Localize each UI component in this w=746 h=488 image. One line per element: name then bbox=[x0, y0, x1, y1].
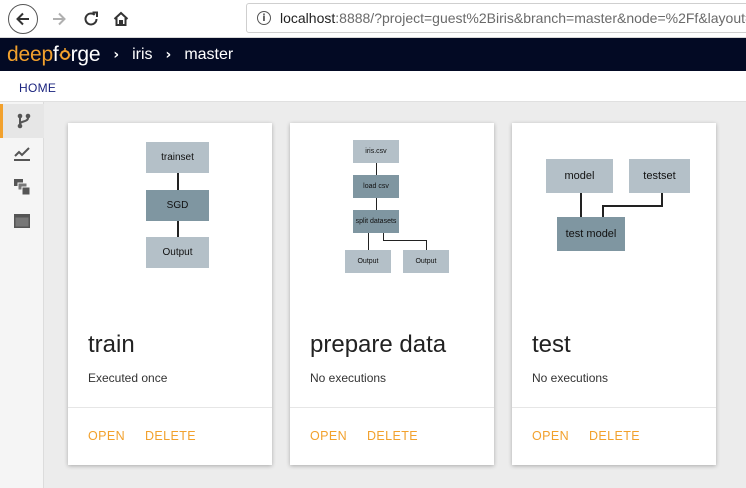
breadcrumb-project[interactable]: iris bbox=[132, 46, 152, 64]
graph-edge bbox=[177, 173, 179, 190]
graph-edge bbox=[602, 205, 604, 217]
graph-node: model bbox=[546, 159, 613, 193]
home-breadcrumb[interactable]: HOME bbox=[19, 81, 56, 95]
graph-edge bbox=[602, 205, 663, 207]
logo-text-rge: rge bbox=[70, 42, 101, 66]
pipeline-graph-preview: trainset SGD Output bbox=[68, 123, 272, 293]
graph-node: Output bbox=[345, 250, 391, 273]
divider bbox=[290, 407, 494, 408]
url-host: localhost bbox=[280, 10, 336, 26]
delete-button[interactable]: DELETE bbox=[589, 429, 640, 443]
open-button[interactable]: OPEN bbox=[88, 429, 125, 443]
graph-node: iris.csv bbox=[353, 140, 399, 163]
pipeline-card-test[interactable]: model testset test model test No executi… bbox=[512, 123, 716, 465]
card-title: prepare data bbox=[310, 331, 447, 358]
graph-node: test model bbox=[557, 217, 625, 251]
breadcrumb-branch[interactable]: master bbox=[184, 46, 233, 64]
graph-edge bbox=[383, 233, 384, 240]
pipeline-graph-preview: model testset test model bbox=[512, 123, 716, 293]
graph-node: Output bbox=[146, 237, 209, 268]
arrow-right-icon[interactable] bbox=[44, 4, 74, 34]
chevron-right-icon: › bbox=[113, 46, 120, 63]
card-status: No executions bbox=[310, 371, 387, 385]
graph-node: load csv bbox=[353, 175, 399, 198]
home-icon[interactable] bbox=[106, 4, 136, 34]
branch-icon bbox=[17, 113, 30, 129]
sidebar-item-resources[interactable] bbox=[0, 170, 44, 204]
info-icon[interactable]: i bbox=[257, 11, 271, 25]
graph-edge bbox=[177, 221, 179, 237]
card-status: Executed once bbox=[88, 371, 168, 385]
reload-icon[interactable] bbox=[76, 4, 106, 34]
delete-button[interactable]: DELETE bbox=[145, 429, 196, 443]
open-button[interactable]: OPEN bbox=[310, 429, 347, 443]
gear-icon bbox=[59, 47, 71, 60]
sidebar-item-pipelines[interactable] bbox=[0, 104, 44, 138]
delete-button[interactable]: DELETE bbox=[367, 429, 418, 443]
divider bbox=[68, 407, 272, 408]
arrow-left-icon[interactable] bbox=[8, 4, 38, 34]
card-status: No executions bbox=[532, 371, 609, 385]
graph-node: split datasets bbox=[353, 210, 399, 233]
url-path: :8888/?project=guest%2Biris&branch=maste… bbox=[335, 10, 746, 26]
graph-node: Output bbox=[403, 250, 449, 273]
graph-edge bbox=[580, 193, 582, 217]
graph-node: SGD bbox=[146, 190, 209, 221]
url-bar[interactable]: i localhost:8888/?project=guest%2Biris&b… bbox=[246, 3, 746, 33]
chevron-right-icon: › bbox=[165, 46, 172, 63]
divider bbox=[512, 407, 716, 408]
chart-line-icon bbox=[14, 147, 30, 161]
window-icon bbox=[14, 214, 30, 228]
pipeline-graph-preview: iris.csv load csv split datasets Output … bbox=[290, 123, 494, 293]
card-title: test bbox=[532, 331, 571, 358]
browser-toolbar: i localhost:8888/?project=guest%2Biris&b… bbox=[0, 0, 746, 38]
graph-edge bbox=[368, 233, 369, 250]
card-title: train bbox=[88, 331, 135, 358]
app-header: deep f rge › iris › master bbox=[0, 38, 746, 71]
left-sidebar bbox=[0, 102, 44, 488]
sub-header: HOME bbox=[0, 71, 746, 102]
layers-icon bbox=[14, 179, 31, 196]
logo-text-deep: deep bbox=[7, 42, 53, 66]
sidebar-item-artifacts[interactable] bbox=[0, 204, 44, 238]
pipeline-card-train[interactable]: trainset SGD Output train Executed once … bbox=[68, 123, 272, 465]
pipeline-card-prepare-data[interactable]: iris.csv load csv split datasets Output … bbox=[290, 123, 494, 465]
graph-edge bbox=[426, 240, 427, 250]
open-button[interactable]: OPEN bbox=[532, 429, 569, 443]
graph-node: testset bbox=[629, 159, 690, 193]
graph-edge bbox=[383, 240, 427, 241]
deepforge-logo[interactable]: deep f rge bbox=[7, 42, 101, 67]
sidebar-item-executions[interactable] bbox=[0, 136, 44, 170]
graph-node: trainset bbox=[146, 142, 209, 173]
